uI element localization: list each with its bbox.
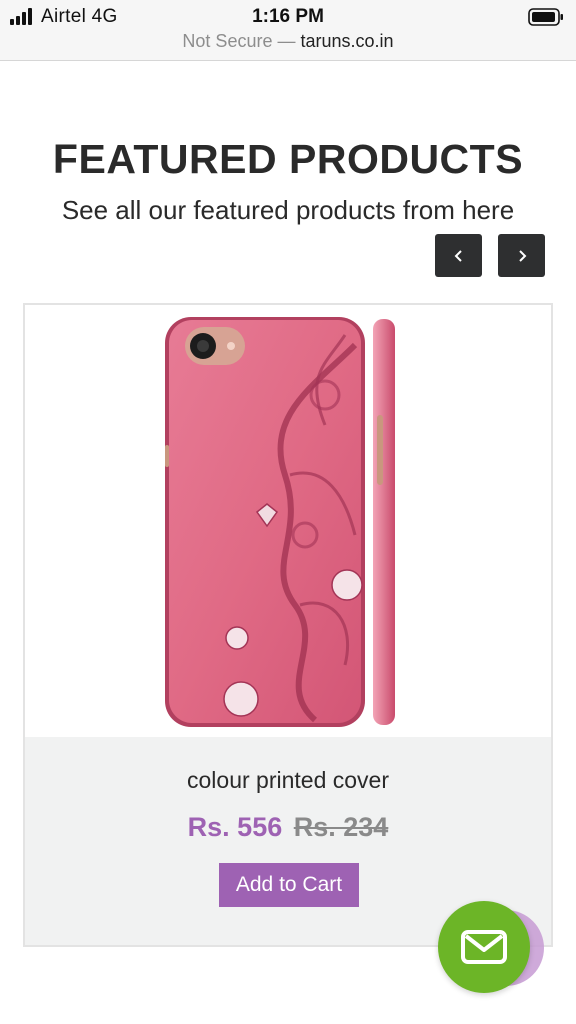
carousel-next-button[interactable] bbox=[498, 234, 545, 277]
url-host: taruns.co.in bbox=[300, 31, 394, 51]
phone-case-image bbox=[165, 317, 395, 727]
original-price: Rs. 234 bbox=[293, 812, 389, 842]
product-image[interactable] bbox=[25, 305, 551, 737]
security-label: Not Secure bbox=[182, 31, 273, 51]
product-card: colour printed cover Rs. 556 Rs. 234 Add… bbox=[23, 303, 553, 947]
browser-status-bar: Airtel 4G 1:16 PM Not Secure — taruns.co… bbox=[0, 0, 576, 61]
chevron-right-icon bbox=[518, 249, 526, 262]
chevron-left-icon bbox=[454, 249, 462, 262]
product-name[interactable]: colour printed cover bbox=[25, 767, 551, 794]
url-separator: — bbox=[277, 31, 296, 51]
clock: 1:16 PM bbox=[252, 6, 324, 27]
carousel-prev-button[interactable] bbox=[435, 234, 482, 277]
battery-icon bbox=[528, 8, 563, 26]
status-row: Airtel 4G 1:16 PM bbox=[0, 4, 576, 28]
section-title: FEATURED PRODUCTS bbox=[52, 136, 524, 182]
price-row: Rs. 556 Rs. 234 bbox=[25, 812, 551, 843]
chat-button[interactable] bbox=[438, 901, 530, 993]
mail-icon bbox=[461, 930, 507, 964]
section-subtitle: See all our featured products from here bbox=[61, 195, 515, 225]
current-price: Rs. 556 bbox=[187, 812, 283, 842]
add-to-cart-button[interactable]: Add to Cart bbox=[219, 863, 359, 907]
address-bar[interactable]: Not Secure — taruns.co.in bbox=[0, 31, 576, 52]
